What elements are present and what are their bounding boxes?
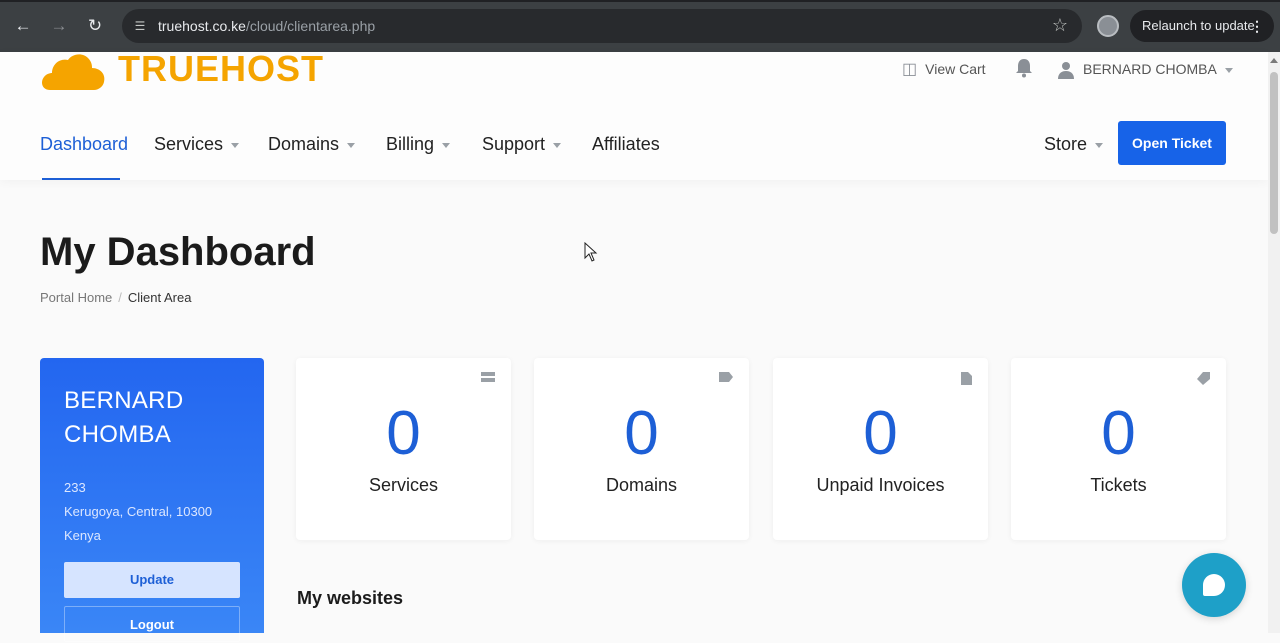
ticket-icon [1197, 372, 1210, 388]
my-websites-heading: My websites [297, 588, 404, 608]
tag-icon [719, 372, 733, 385]
stat-card-unpaid-invoices[interactable]: 0 Unpaid Invoices [773, 358, 988, 540]
bookmark-star-icon[interactable]: ☆ [1052, 15, 1068, 36]
nav-dashboard[interactable]: Dashboard [40, 134, 128, 155]
page-title: My Dashboard [40, 230, 316, 274]
unpaid-invoices-count: 0 [863, 399, 898, 468]
address-line-1: 233 [64, 480, 86, 495]
nav-services[interactable]: Services [154, 134, 240, 155]
open-ticket-button[interactable]: Open Ticket [1118, 121, 1226, 165]
file-icon [961, 372, 972, 388]
nav-store[interactable]: Store [1044, 134, 1104, 155]
address-line-3: Kenya [64, 528, 101, 543]
tab-strip [0, 0, 1280, 2]
profile-avatar[interactable] [1097, 15, 1119, 37]
active-tab-indicator [42, 178, 120, 180]
url-text[interactable]: truehost.co.ke/cloud/clientarea.php [158, 18, 375, 34]
stat-card-services[interactable]: 0 Services [296, 358, 511, 540]
forward-icon[interactable]: → [47, 14, 71, 38]
update-button[interactable]: Update [64, 562, 240, 598]
address-line-2: Kerugoya, Central, 10300 [64, 504, 213, 519]
chat-bubble-icon [1203, 574, 1225, 596]
back-icon[interactable]: ← [11, 14, 35, 38]
nav-domains[interactable]: Domains [268, 134, 356, 155]
nav-affiliates[interactable]: Affiliates [592, 134, 660, 155]
url-path: /cloud/clientarea.php [245, 18, 376, 34]
reload-icon[interactable]: ↻ [83, 14, 107, 38]
chevron-down-icon [1095, 142, 1104, 148]
user-menu[interactable]: BERNARD CHOMBA [1057, 60, 1233, 80]
live-chat-button[interactable] [1182, 553, 1246, 617]
domains-count: 0 [624, 399, 659, 468]
mouse-cursor-icon [584, 242, 598, 262]
services-label: Services [368, 475, 439, 495]
domains-label: Domains [605, 475, 678, 495]
chevron-down-icon [231, 142, 240, 148]
basket-icon: ◫ [902, 61, 918, 79]
services-count: 0 [386, 399, 421, 468]
nav-billing-label: Billing [386, 134, 435, 154]
brand-logo-text[interactable]: TRUEHOST [118, 51, 324, 88]
truehost-logo-icon[interactable] [40, 52, 106, 90]
nav-dashboard-label: Dashboard [40, 134, 129, 154]
nav-services-label: Services [154, 134, 224, 154]
tickets-count: 0 [1101, 399, 1136, 468]
relaunch-button[interactable]: Relaunch to update ⋮ [1130, 10, 1274, 42]
nav-domains-label: Domains [268, 134, 340, 154]
breadcrumb-separator: / [118, 290, 122, 305]
chevron-down-icon [442, 142, 451, 148]
nav-support-label: Support [482, 134, 546, 154]
view-cart-link[interactable]: ◫ View Cart [902, 60, 986, 79]
site-header: TRUEHOST ◫ View Cart BERNARD CHOMBA Dashb… [0, 51, 1268, 180]
chevron-down-icon [1224, 67, 1233, 73]
logout-button[interactable]: Logout [64, 606, 240, 642]
client-address: 233 Kerugoya, Central, 10300 Kenya [64, 476, 212, 548]
nav-affiliates-label: Affiliates [592, 134, 660, 154]
breadcrumb-portal-home[interactable]: Portal Home [40, 290, 112, 305]
relaunch-label: Relaunch to update [1142, 18, 1255, 33]
tickets-label: Tickets [1090, 475, 1147, 495]
user-icon [1058, 62, 1074, 80]
stat-card-tickets[interactable]: 0 Tickets [1011, 358, 1226, 540]
chevron-down-icon [347, 142, 356, 148]
page-scrollbar[interactable] [1268, 52, 1280, 633]
chevron-down-icon [553, 142, 562, 148]
client-profile-card: BERNARD CHOMBA 233 Kerugoya, Central, 10… [40, 358, 264, 642]
breadcrumb: Portal Home / Client Area [40, 290, 191, 305]
server-icon [481, 372, 495, 386]
nav-support[interactable]: Support [482, 134, 562, 155]
nav-billing[interactable]: Billing [386, 134, 451, 155]
address-bar[interactable]: ☰ truehost.co.ke/cloud/clientarea.php ☆ [122, 9, 1082, 43]
scroll-up-arrow-icon[interactable] [1270, 58, 1278, 63]
nav-store-label: Store [1044, 134, 1088, 154]
view-cart-label: View Cart [925, 61, 986, 77]
scrollbar-thumb[interactable] [1270, 72, 1278, 234]
user-name-label: BERNARD CHOMBA [1083, 61, 1217, 77]
url-host: truehost.co.ke [158, 18, 246, 34]
client-name: BERNARD CHOMBA [64, 387, 184, 448]
breadcrumb-client-area: Client Area [127, 290, 192, 305]
menu-dots-icon[interactable]: ⋮ [1250, 10, 1264, 42]
unpaid-invoices-label: Unpaid Invoices [816, 475, 945, 495]
notifications-bell-icon[interactable] [1015, 58, 1033, 82]
browser-toolbar: ← → ↻ ☰ truehost.co.ke/cloud/clientarea.… [0, 0, 1280, 52]
site-settings-icon[interactable]: ☰ [132, 18, 148, 34]
stat-card-domains[interactable]: 0 Domains [534, 358, 749, 540]
